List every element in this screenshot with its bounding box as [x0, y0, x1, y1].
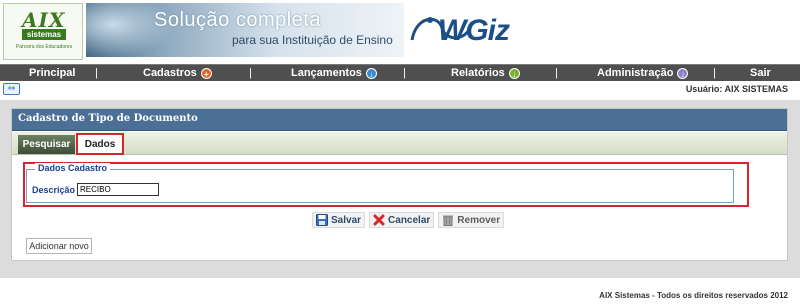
nav-separator: |	[249, 67, 252, 79]
cancel-button-label: Cancelar	[388, 214, 431, 226]
main-nav: Principal | Cadastros + | Lançamentos ↓ …	[0, 64, 800, 81]
logo-sistemas-text: sistemas	[22, 29, 66, 40]
description-input[interactable]: RECIBO	[77, 183, 159, 196]
nav-cadastros[interactable]: Cadastros +	[143, 65, 212, 81]
red-x-icon	[373, 214, 385, 226]
save-button[interactable]: Salvar	[312, 212, 366, 228]
logo-tagline: Parceira dos Educadores	[15, 44, 73, 50]
nav-item-label: Sair	[750, 67, 771, 79]
arrow-down-circle-icon: ↓	[365, 67, 377, 79]
nav-item-label: Lançamentos	[291, 67, 362, 79]
nav-lancamentos[interactable]: Lançamentos ↓	[291, 65, 377, 81]
remove-button-label: Remover	[457, 214, 501, 226]
hero-headline: Solução completa	[154, 9, 321, 31]
wgiz-logo: WGiz	[408, 10, 510, 52]
tab-dados[interactable]: Dados	[78, 135, 122, 154]
nav-item-label: Relatórios	[451, 67, 505, 79]
panel-title: Cadastro de Tipo de Documento	[18, 113, 198, 124]
footer-copyright: AIX Sistemas - Todos os direitos reserva…	[599, 291, 788, 300]
trash-can-icon	[443, 215, 454, 226]
fieldset-legend: Dados Cadastro	[35, 163, 111, 173]
plus-circle-icon: +	[200, 67, 212, 79]
nav-relatorios[interactable]: Relatórios ↓	[451, 65, 520, 81]
nav-item-label: Cadastros	[143, 67, 197, 79]
save-button-label: Salvar	[331, 214, 362, 226]
hero-subline: para sua Instituição de Ensino	[232, 33, 393, 47]
floppy-disk-icon	[316, 214, 328, 226]
dados-cadastro-fieldset: Dados Cadastro Descrição : RECIBO	[26, 163, 734, 203]
nav-separator: |	[713, 67, 716, 79]
expand-arrows-icon[interactable]: ⇔	[3, 83, 20, 95]
hero-banner: Solução completa para sua Instituição de…	[86, 3, 404, 57]
tab-pesquisar[interactable]: Pesquisar	[18, 135, 75, 154]
aix-logo[interactable]: AIX sistemas Parceira dos Educadores	[3, 3, 83, 60]
document-type-panel: Cadastro de Tipo de Documento Pesquisar …	[11, 108, 788, 261]
description-label: Descrição :	[32, 185, 81, 195]
nav-separator: |	[95, 67, 98, 79]
logged-user-label: Usuário: AIX SISTEMAS	[685, 84, 788, 94]
arrow-down-circle-icon: ↓	[677, 67, 689, 79]
header-banner: AIX sistemas Parceira dos Educadores Sol…	[0, 0, 800, 62]
brand-name: WGiz	[438, 14, 510, 47]
nav-separator: |	[555, 67, 558, 79]
arrow-down-circle-icon: ↓	[508, 67, 520, 79]
nav-administracao[interactable]: Administração ↓	[597, 65, 689, 81]
nav-principal[interactable]: Principal	[29, 65, 75, 81]
remove-button[interactable]: Remover	[438, 212, 505, 228]
main-content: Cadastro de Tipo de Documento Pesquisar …	[0, 100, 800, 278]
nav-item-label: Principal	[29, 67, 76, 79]
panel-title-bar: Cadastro de Tipo de Documento	[12, 109, 787, 131]
nav-sair[interactable]: Sair	[750, 65, 771, 81]
panel-tabs: Pesquisar Dados	[12, 132, 787, 155]
add-new-button[interactable]: Adicionar novo	[26, 238, 92, 254]
nav-separator: |	[403, 67, 406, 79]
nav-item-label: Administração	[597, 67, 674, 79]
cancel-button[interactable]: Cancelar	[369, 212, 435, 228]
form-actions: Salvar Cancelar Remover	[312, 212, 505, 228]
